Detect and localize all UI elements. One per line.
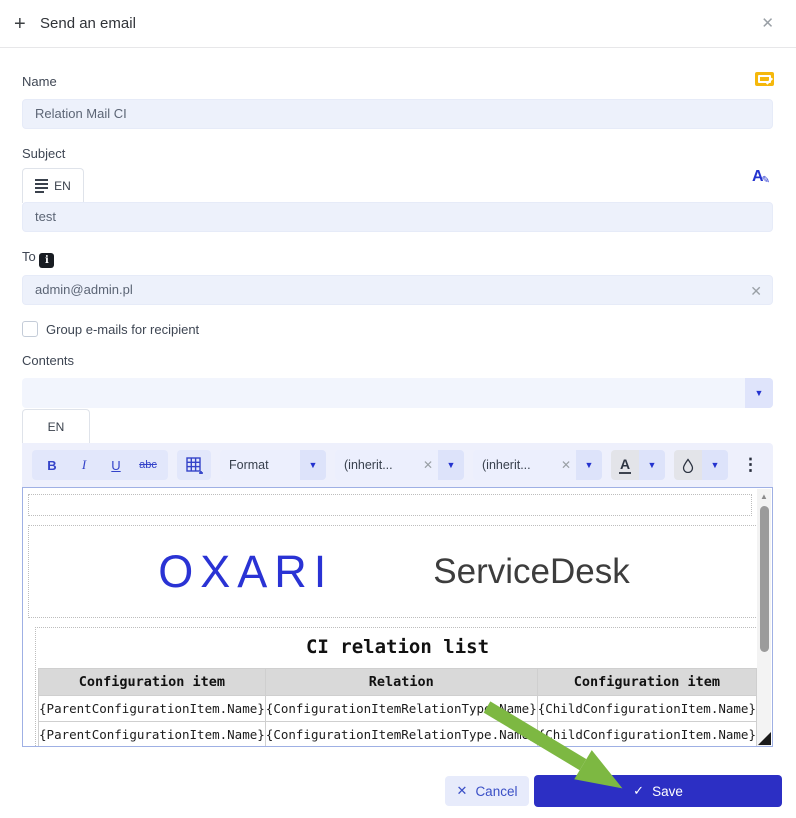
- contents-label: Contents: [22, 353, 74, 368]
- scrollbar-thumb[interactable]: [760, 506, 769, 652]
- underline-button[interactable]: U: [102, 450, 130, 480]
- clear-size-icon[interactable]: ✕: [556, 450, 576, 480]
- logo-row[interactable]: OXARI ServiceDesk: [28, 525, 760, 618]
- chevron-down-icon[interactable]: ▼: [300, 450, 326, 480]
- droplet-icon: [674, 450, 702, 480]
- italic-button[interactable]: I: [70, 450, 98, 480]
- to-input[interactable]: admin@admin.pl: [22, 275, 773, 305]
- group-emails-checkbox[interactable]: [22, 321, 38, 337]
- ci-table-title: CI relation list: [36, 632, 759, 668]
- table-cell: {ConfigurationItemRelationType.Name}: [265, 696, 537, 722]
- more-options-icon[interactable]: ⋮: [742, 455, 763, 475]
- font-size-dropdown[interactable]: (inherit... ✕ ▼: [473, 450, 602, 480]
- table-cell: {ChildConfigurationItem.Name}: [537, 722, 756, 748]
- col-header: Configuration item: [39, 669, 266, 696]
- editor-toolbar: B I U abc Format ▼ (inherit... ✕ ▼ (inhe…: [22, 443, 773, 487]
- name-label: Name: [22, 74, 57, 89]
- contents-lang-tab-en[interactable]: EN: [22, 409, 90, 443]
- envelope-icon: [755, 72, 774, 86]
- save-button[interactable]: ✓ Save: [534, 775, 782, 807]
- table-row: {ParentConfigurationItem.Name} {Configur…: [39, 722, 757, 748]
- resize-grip-icon[interactable]: [758, 732, 771, 745]
- table-cell: {ChildConfigurationItem.Name}: [537, 696, 756, 722]
- table-cell: {ParentConfigurationItem.Name}: [39, 722, 266, 748]
- clear-to-icon[interactable]: ✕: [750, 283, 762, 300]
- font-family-value: (inherit...: [335, 450, 418, 480]
- bold-button[interactable]: B: [38, 450, 66, 480]
- chevron-down-icon[interactable]: ▼: [639, 450, 665, 480]
- check-icon: ✓: [633, 783, 644, 799]
- info-icon[interactable]: i: [39, 253, 54, 268]
- col-header: Configuration item: [537, 669, 756, 696]
- table-row: {ParentConfigurationItem.Name} {Configur…: [39, 696, 757, 722]
- table-cell: {ParentConfigurationItem.Name}: [39, 696, 266, 722]
- editor-scrollbar[interactable]: ▲: [757, 489, 771, 747]
- background-color-dropdown[interactable]: ▼: [674, 450, 728, 480]
- col-header: Relation: [265, 669, 537, 696]
- empty-content-row[interactable]: [28, 494, 752, 516]
- scroll-up-icon[interactable]: ▲: [760, 492, 768, 501]
- email-body-editor[interactable]: OXARI ServiceDesk CI relation list Confi…: [22, 487, 773, 747]
- contents-select[interactable]: ▼: [22, 378, 773, 408]
- cancel-label: Cancel: [475, 784, 517, 799]
- chevron-down-icon[interactable]: ▼: [438, 450, 464, 480]
- format-dropdown[interactable]: Format ▼: [220, 450, 326, 480]
- insert-table-button[interactable]: [177, 450, 211, 480]
- subject-lang-tab-en[interactable]: EN: [22, 168, 84, 203]
- group-emails-label: Group e-mails for recipient: [46, 322, 199, 337]
- text-color-dropdown[interactable]: A ▼: [611, 450, 665, 480]
- text-lines-icon: [35, 177, 48, 195]
- strikethrough-button[interactable]: abc: [134, 450, 162, 480]
- format-value: Format: [220, 450, 300, 480]
- subject-input[interactable]: test: [22, 202, 773, 232]
- contents-select-value: [22, 378, 745, 408]
- table-icon: [186, 457, 203, 474]
- chevron-down-icon[interactable]: ▼: [576, 450, 602, 480]
- table-cell: {ConfigurationItemRelationType.Name}: [265, 722, 537, 748]
- chevron-down-icon[interactable]: ▼: [745, 378, 773, 408]
- servicedesk-wordmark: ServiceDesk: [433, 552, 629, 592]
- subject-label: Subject: [22, 146, 65, 161]
- save-label: Save: [652, 784, 683, 799]
- plus-icon: +: [14, 13, 26, 36]
- ci-relation-table: Configuration item Relation Configuratio…: [38, 668, 757, 747]
- translate-icon[interactable]: A✎: [752, 168, 772, 186]
- text-style-group: B I U abc: [32, 450, 168, 480]
- to-label: To i: [22, 249, 54, 268]
- name-input[interactable]: Relation Mail CI: [22, 99, 773, 129]
- clear-font-icon[interactable]: ✕: [418, 450, 438, 480]
- chevron-down-icon[interactable]: ▼: [702, 450, 728, 480]
- subject-tab-label: EN: [54, 179, 71, 193]
- dialog-title: Send an email: [40, 15, 136, 32]
- table-header-row: Configuration item Relation Configuratio…: [39, 669, 757, 696]
- cancel-button[interactable]: ✕ Cancel: [445, 776, 529, 806]
- close-icon[interactable]: ✕: [761, 14, 774, 32]
- cancel-x-icon: ✕: [457, 783, 468, 799]
- contents-tab-label: EN: [48, 420, 65, 434]
- dialog-header: + Send an email ✕: [0, 0, 796, 48]
- font-size-value: (inherit...: [473, 450, 556, 480]
- oxari-logo: OXARI: [158, 546, 333, 598]
- ci-relation-block[interactable]: CI relation list Configuration item Rela…: [35, 627, 760, 747]
- text-color-icon: A: [619, 457, 631, 474]
- font-family-dropdown[interactable]: (inherit... ✕ ▼: [335, 450, 464, 480]
